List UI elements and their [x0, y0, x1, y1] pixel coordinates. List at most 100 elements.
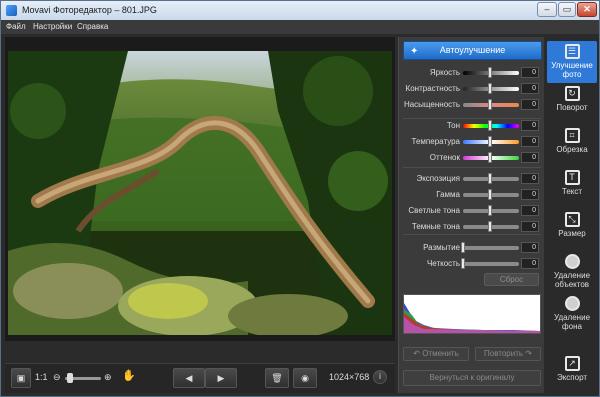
undo-redo-row: ↶ Отменить Повторить ↷	[399, 347, 545, 363]
window-title: Movavi Фоторедактор – 801.JPG	[22, 5, 157, 15]
slider-handle[interactable]	[488, 221, 492, 232]
image-canvas[interactable]	[5, 37, 395, 341]
menu-file[interactable]: Файл	[6, 22, 26, 31]
slider-value-field[interactable]: 0	[521, 83, 539, 94]
slider-track[interactable]	[463, 262, 519, 266]
arrow-left-icon: ◀	[185, 373, 193, 383]
undo-button[interactable]: ↶ Отменить	[403, 347, 469, 361]
tool-label: Текст	[561, 187, 583, 196]
info-icon[interactable]: i	[373, 370, 387, 384]
slider-track[interactable]	[463, 246, 519, 250]
slider-handle[interactable]	[488, 99, 492, 110]
compare-button[interactable]: ◉	[293, 368, 317, 388]
slider-value-field[interactable]: 0	[521, 152, 539, 163]
menu-bar: Файл Настройки Справка	[1, 20, 599, 34]
slider-value-field[interactable]: 0	[521, 258, 539, 269]
export-icon: ↗	[564, 356, 580, 371]
slider-handle[interactable]	[488, 67, 492, 78]
photo-preview	[8, 51, 392, 335]
zoom-ratio-label[interactable]: 1:1	[35, 372, 48, 382]
zoom-out-icon[interactable]: ⊖	[53, 372, 61, 383]
app-logo-icon	[6, 5, 17, 16]
slider-handle[interactable]	[488, 173, 492, 184]
magic-wand-icon: ✦	[410, 46, 419, 57]
menu-settings[interactable]: Настройки	[33, 22, 72, 31]
crop-icon: ⌗	[564, 128, 580, 143]
slider-row: Насыщенность 0	[399, 99, 545, 111]
redo-label: Повторить	[484, 349, 524, 358]
slider-handle[interactable]	[488, 136, 492, 147]
slider-row: Оттенок 0	[399, 152, 545, 164]
image-dimensions: 1024×768	[329, 372, 370, 382]
slider-value-field[interactable]: 0	[521, 67, 539, 78]
adjustments-panel: ✦ Автоулучшение Яркость 0 Контрастность 0 На…	[398, 37, 544, 393]
slider-label: Насыщенность	[403, 100, 460, 109]
fit-icon: ▣	[16, 373, 26, 383]
slider-handle[interactable]	[488, 205, 492, 216]
hand-tool-icon[interactable]: ✋	[122, 369, 136, 382]
tool-crop[interactable]: ⌗ Обрезка	[547, 125, 597, 167]
slider-handle[interactable]	[461, 242, 465, 253]
tools-sidebar: ☰ Улучшение фото ↻ Поворот ⌗ Обрезка T Текст ⤡ Ра…	[545, 37, 599, 393]
slider-handle[interactable]	[488, 152, 492, 163]
slider-value-field[interactable]: 0	[521, 120, 539, 131]
tool-sliders[interactable]: ☰ Улучшение фото	[547, 41, 597, 83]
slider-label: Четкость	[426, 259, 460, 268]
slider-row: Гамма 0	[399, 189, 545, 201]
slider-label: Тон	[446, 121, 460, 130]
next-image-button[interactable]: ▶	[205, 368, 237, 388]
slider-handle[interactable]	[488, 189, 492, 200]
tool-object-removal[interactable]: Удаление объектов	[547, 251, 597, 293]
slider-value-field[interactable]: 0	[521, 136, 539, 147]
menu-help[interactable]: Справка	[77, 22, 108, 31]
tool-rotate[interactable]: ↻ Поворот	[547, 83, 597, 125]
export-button[interactable]: ↗ Экспорт	[547, 353, 597, 395]
zoom-in-icon[interactable]: ⊕	[104, 372, 112, 383]
previous-image-button[interactable]: ◀	[173, 368, 205, 388]
tool-label: Улучшение фото	[551, 61, 593, 79]
fit-to-window-button[interactable]: ▣	[11, 368, 31, 388]
slider-handle[interactable]	[488, 120, 492, 131]
resize-icon: ⤡	[564, 212, 580, 227]
redo-button[interactable]: Повторить ↷	[475, 347, 541, 361]
slider-row: Светлые тона 0	[399, 205, 545, 217]
slider-value-field[interactable]: 0	[521, 242, 539, 253]
slider-label: Гамма	[436, 190, 460, 199]
minimize-button[interactable]: –	[537, 2, 557, 17]
maximize-button[interactable]: ▭	[558, 2, 576, 17]
zoom-slider-handle[interactable]	[67, 373, 73, 383]
slider-label: Яркость	[429, 68, 460, 77]
bottom-toolbar: ▣ 1:1 ⊖ ⊕ ✋ ◀ ▶ 🗑 ◉ 1024×768 i	[5, 363, 395, 393]
tool-label: Удаление фона	[553, 313, 591, 331]
revert-to-original-button[interactable]: Вернуться к оригиналу	[403, 370, 541, 386]
slider-row: Экспозиция 0	[399, 173, 545, 185]
slider-value-field[interactable]: 0	[521, 173, 539, 184]
slider-value-field[interactable]: 0	[521, 189, 539, 200]
slider-row: Контрастность 0	[399, 83, 545, 95]
title-bar: Movavi Фоторедактор – 801.JPG – ▭ ✕	[1, 1, 599, 20]
trash-icon: 🗑	[271, 373, 283, 383]
slider-label: Размытие	[423, 243, 460, 252]
reset-button[interactable]: Сброс	[484, 273, 539, 286]
auto-enhance-button[interactable]: ✦ Автоулучшение	[403, 41, 542, 60]
slider-row: Тон 0	[399, 120, 545, 132]
slider-row: Четкость 0	[399, 258, 545, 270]
slider-handle[interactable]	[488, 83, 492, 94]
tool-background-removal[interactable]: Удаление фона	[547, 293, 597, 335]
background-removal-icon	[564, 296, 580, 311]
divider	[403, 118, 541, 119]
slider-handle[interactable]	[461, 258, 465, 269]
slider-label: Экспозиция	[416, 174, 460, 183]
slider-value-field[interactable]: 0	[521, 221, 539, 232]
tool-text[interactable]: T Текст	[547, 167, 597, 209]
undo-icon: ↶	[413, 349, 423, 358]
close-button[interactable]: ✕	[577, 2, 597, 17]
delete-button[interactable]: 🗑	[265, 368, 289, 388]
sliders-icon: ☰	[564, 44, 580, 59]
slider-row: Размытие 0	[399, 242, 545, 254]
tool-resize[interactable]: ⤡ Размер	[547, 209, 597, 251]
slider-value-field[interactable]: 0	[521, 205, 539, 216]
redo-icon: ↷	[523, 349, 532, 358]
tool-label: Удаление объектов	[553, 271, 591, 289]
slider-value-field[interactable]: 0	[521, 99, 539, 110]
